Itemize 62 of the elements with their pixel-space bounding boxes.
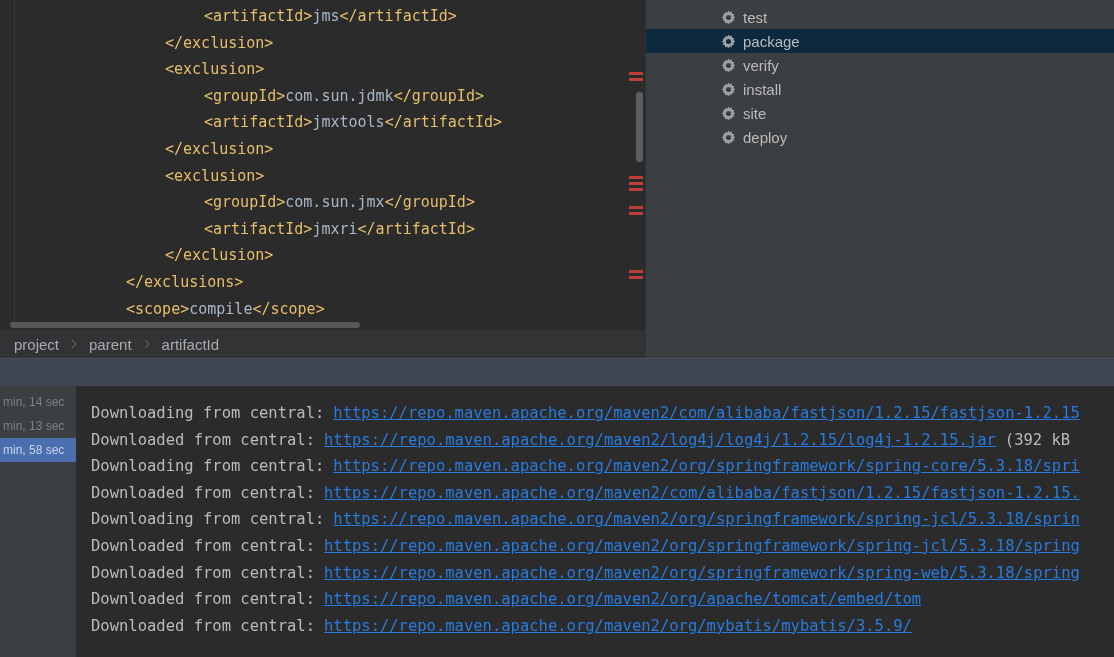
lifecycle-item[interactable]: deploy [646,125,1114,149]
code-line: <exclusion> [164,165,265,187]
code-line: <artifactId>jmxtools</artifactId> [203,112,503,134]
gear-icon [721,129,736,145]
error-stripe-mark[interactable] [629,270,643,273]
code-line: <artifactId>jms</artifactId> [203,6,457,27]
log-text: Downloaded from central: [91,562,315,584]
vertical-scrollbar[interactable] [636,92,643,162]
error-stripe-mark[interactable] [629,206,643,209]
log-text: Downloading from central: [91,509,325,531]
breadcrumb-item[interactable]: artifactId [161,335,220,353]
error-stripe-mark[interactable] [629,72,643,75]
chevron-right-icon [143,339,150,349]
log-text: Downloading from central: [91,403,325,424]
code-line: </exclusion> [164,138,274,160]
log-link[interactable]: https://repo.maven.apache.org/maven2/org/springframework/spring-jcl/5.3.18/sprin [333,506,1080,533]
run-history-item[interactable]: min, 58 sec [0,438,76,462]
log-link[interactable]: https://repo.maven.apache.org/maven2/org/springframework/spring-core/5.3.18/spri [333,453,1080,480]
run-history-item[interactable]: min, 14 sec [0,390,76,414]
error-stripe-mark[interactable] [629,176,643,179]
code-line: </exclusion> [164,245,274,267]
code-line: <groupId>com.sun.jdmk</groupId> [203,85,484,107]
log-text: Downloading from central: [91,456,325,478]
code-line: <exclusion> [164,59,265,81]
lifecycle-item[interactable]: install [646,77,1114,101]
code-line: </exclusion> [164,32,274,54]
code-line: </exclusions> [125,271,244,293]
code-line: <artifactId>jmxri</artifactId> [203,218,475,240]
chevron-right-icon [71,339,78,349]
log-link[interactable]: https://repo.maven.apache.org/maven2/org/mybatis/mybatis/3.5.9/ [323,612,912,640]
log-link[interactable]: https://repo.maven.apache.org/maven2/org/apache/tomcat/embed/tom [323,586,922,613]
error-stripe-mark[interactable] [629,212,643,215]
log-text: Downloaded from central: [91,535,315,557]
error-stripe-mark[interactable] [629,188,643,191]
code-line: <scope>compile</scope> [125,298,325,320]
error-stripe-mark[interactable] [629,78,643,81]
log-text: Downloaded from central: [91,429,315,451]
log-link[interactable]: https://repo.maven.apache.org/maven2/log4j/log4j/1.2.15/log4j-1.2.15.jar [323,426,996,454]
gear-icon [721,33,736,49]
horizontal-scrollbar[interactable] [10,322,360,328]
log-link[interactable]: https://repo.maven.apache.org/maven2/com/alibaba/fastjson/1.2.15/fastjson-1.2.15. [323,479,1080,507]
gear-icon [721,81,736,97]
gear-icon [721,9,736,25]
breadcrumb-item[interactable]: project [14,335,60,353]
lifecycle-item[interactable]: verify [646,53,1114,77]
log-text: (392 kB [1004,429,1071,451]
log-text: Downloaded from central: [91,615,315,637]
log-text: Downloaded from central: [91,482,315,504]
error-stripe-mark[interactable] [629,276,643,279]
lifecycle-item[interactable]: site [646,101,1114,125]
log-text: Downloaded from central: [91,589,315,611]
log-link[interactable]: https://repo.maven.apache.org/maven2/org/springframework/spring-jcl/5.3.18/spring [323,532,1080,560]
run-history-item[interactable]: min, 13 sec [0,414,76,438]
log-link[interactable]: https://repo.maven.apache.org/maven2/org/springframework/spring-web/5.3.18/spring [323,559,1080,587]
log-link[interactable]: https://repo.maven.apache.org/maven2/com/alibaba/fastjson/1.2.15/fastjson-1.2.15 [333,400,1080,427]
gear-icon [721,57,736,73]
error-stripe-mark[interactable] [629,182,643,185]
code-line: <groupId>com.sun.jmx</groupId> [203,192,475,214]
lifecycle-item[interactable]: package [646,29,1114,53]
gear-icon [721,105,736,121]
breadcrumb-item[interactable]: parent [89,335,132,353]
lifecycle-item[interactable]: test [646,5,1114,29]
